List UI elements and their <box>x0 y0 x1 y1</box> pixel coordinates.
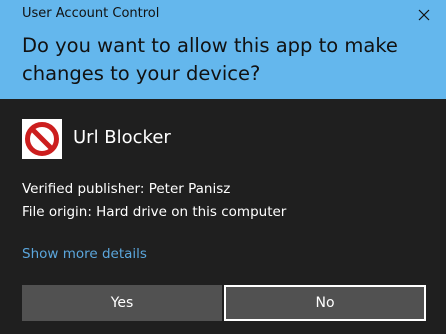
no-button[interactable]: No <box>224 285 426 321</box>
show-more-details-link[interactable]: Show more details <box>22 246 147 262</box>
yes-button[interactable]: Yes <box>22 285 222 321</box>
dialog-question: Do you want to allow this app to make ch… <box>22 34 398 85</box>
app-name: Url Blocker <box>73 127 171 148</box>
file-origin: File origin: Hard drive on this computer <box>22 204 287 220</box>
no-entry-icon <box>22 119 62 159</box>
verified-publisher: Verified publisher: Peter Panisz <box>22 181 231 197</box>
dialog-header: User Account Control Do you want to allo… <box>0 0 446 99</box>
close-button[interactable] <box>402 0 446 30</box>
uac-dialog: User Account Control Do you want to allo… <box>0 0 446 334</box>
window-title: User Account Control <box>22 6 160 21</box>
close-icon <box>418 9 430 21</box>
